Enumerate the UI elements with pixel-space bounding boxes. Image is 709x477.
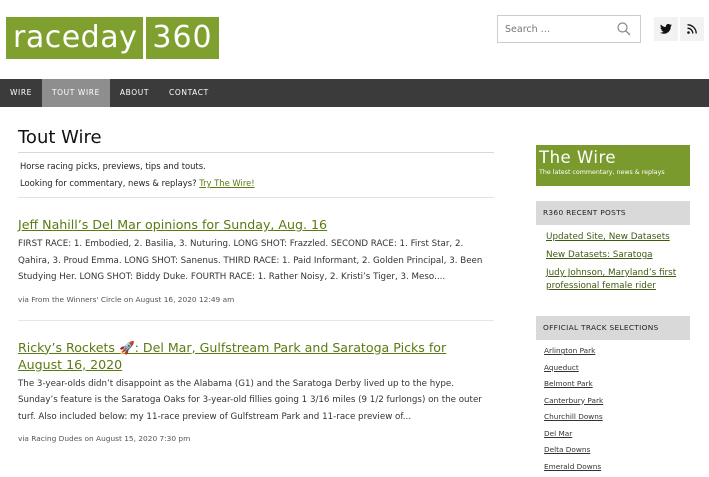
post-excerpt: FIRST RACE: 1. Embodied, 2. Basilia, 3. … [18,239,483,282]
recent-post-link[interactable]: Updated Site, New Datasets [546,232,670,242]
track-selections-heading: OFFICIAL TRACK SELECTIONS [536,316,690,340]
the-wire-banner[interactable]: The Wire The latest commentary, news & r… [536,145,690,186]
post-title-link[interactable]: Jeff Nahill’s Del Mar opinions for Sunda… [18,216,494,233]
try-the-wire-link[interactable]: Try The Wire! [199,178,254,188]
track-selections-list: Arlington Park Aqueduct Belmont Park Can… [544,343,603,475]
search-input[interactable] [498,23,616,35]
post-title-link[interactable]: Ricky’s Rockets 🚀: Del Mar, Gulfstream P… [18,339,494,373]
twitter-icon[interactable] [654,17,678,41]
track-link[interactable]: Aqueduct [544,363,579,372]
page-title: Tout Wire [18,127,494,153]
list-item: Del Mar [544,426,603,443]
intro-line-2: Looking for commentary, news & replays? … [20,175,494,192]
intro-line-1: Horse racing picks, previews, tips and t… [20,161,206,171]
the-wire-banner-subtitle: The latest commentary, news & replays [539,169,665,176]
track-link[interactable]: Delta Downs [544,445,590,454]
list-item: Belmont Park [544,376,603,393]
list-item: Churchill Downs [544,409,603,426]
search-icon[interactable] [616,21,632,37]
list-item: Arlington Park [544,343,603,360]
logo-text-360: 360 [146,17,219,59]
list-item: Canterbury Park [544,393,603,410]
post-item: Ricky’s Rockets 🚀: Del Mar, Gulfstream P… [18,319,494,443]
intro-line-2-text: Looking for commentary, news & replays? [20,178,197,188]
site-logo[interactable]: raceday 360 [6,17,219,59]
track-link[interactable]: Arlington Park [544,346,595,355]
list-item: Judy Johnson, Maryland’s first professio… [546,267,696,293]
nav-item-contact[interactable]: CONTACT [159,79,219,107]
recent-post-link[interactable]: Judy Johnson, Maryland’s first professio… [546,268,676,291]
main-nav: WIRE TOUT WIRE ABOUT CONTACT [0,79,709,107]
recent-posts-list: Updated Site, New Datasets New Datasets:… [546,231,696,298]
logo-text-raceday: raceday [6,17,144,59]
list-item: Aqueduct [544,360,603,377]
track-link[interactable]: Emerald Downs [544,462,601,471]
search-box [497,15,641,43]
recent-posts-heading: R360 RECENT POSTS [536,201,690,225]
list-item: Delta Downs [544,442,603,459]
recent-post-link[interactable]: New Datasets: Saratoga [546,250,653,260]
nav-item-about[interactable]: ABOUT [110,79,159,107]
the-wire-banner-title: The Wire [539,148,617,167]
list-item: Updated Site, New Datasets [546,231,696,244]
post-item: Jeff Nahill’s Del Mar opinions for Sunda… [18,198,494,304]
post-source-meta: via Racing Dudes on August 15, 2020 7:30… [18,434,191,443]
post-source-meta: via From the Winners' Circle on August 1… [18,294,235,304]
rss-icon[interactable] [680,17,704,41]
track-link[interactable]: Belmont Park [544,379,593,388]
track-link[interactable]: Canterbury Park [544,396,603,405]
track-link[interactable]: Churchill Downs [544,412,603,421]
main-content: Tout Wire Horse racing picks, previews, … [18,107,494,443]
list-item: New Datasets: Saratoga [546,249,696,262]
post-excerpt: The 3-year-olds didn’t disappoint as the… [18,378,482,422]
track-link[interactable]: Del Mar [544,429,572,438]
nav-item-wire[interactable]: WIRE [0,79,42,107]
intro-text: Horse racing picks, previews, tips and t… [18,153,494,198]
list-item: Emerald Downs [544,459,603,476]
nav-item-tout-wire[interactable]: TOUT WIRE [41,79,110,107]
